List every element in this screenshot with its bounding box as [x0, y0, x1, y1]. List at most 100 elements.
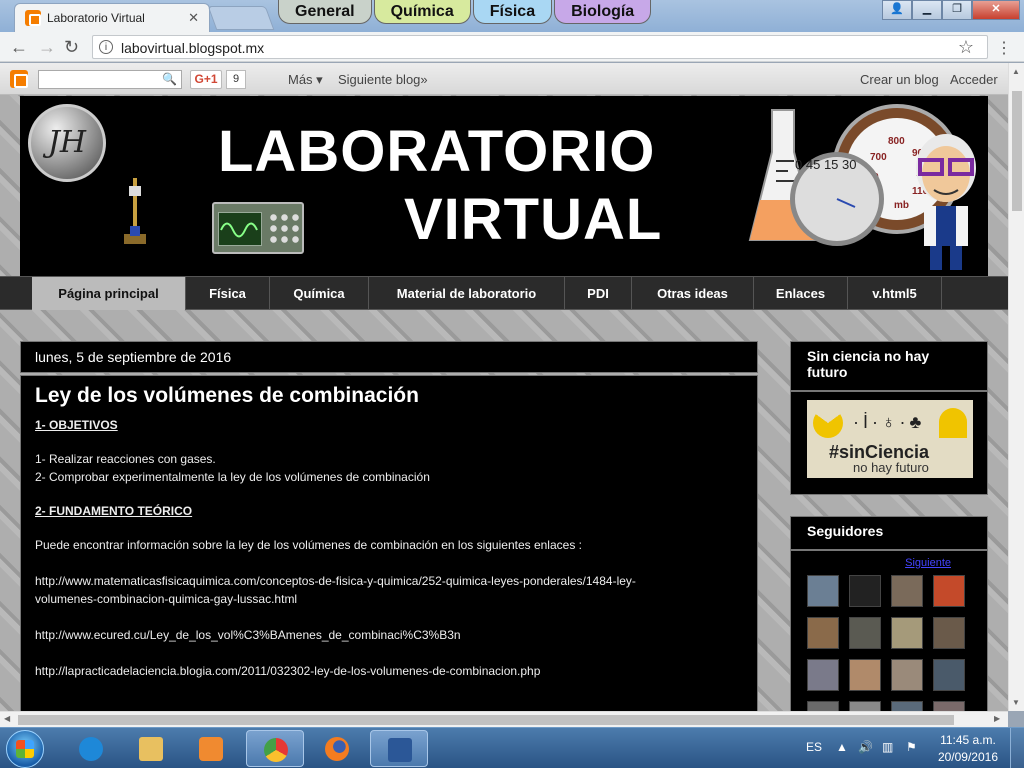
menu-item-otras-ideas[interactable]: Otras ideas	[632, 277, 754, 310]
system-clock[interactable]: 11:45 a.m. 20/09/2016	[938, 732, 998, 766]
widget-followers-title: Seguidores	[790, 516, 988, 550]
ext-tab-biologia[interactable]: Biología	[554, 0, 652, 24]
avatar[interactable]	[933, 659, 965, 691]
blog-header[interactable]: JH LABORATORIO VIRTUAL 800 900 7	[20, 96, 988, 276]
widget-sinciencia-title: Sin ciencia no hay futuro	[790, 341, 988, 391]
sign-in-link[interactable]: Acceder	[950, 72, 998, 87]
sinciencia-banner[interactable]: ·İ·♁·♣ #sinCiencia no hay futuro	[807, 400, 973, 478]
window-titlebar: Laboratorio Virtual ✕ General Química Fí…	[0, 0, 1024, 32]
widget-sinciencia: ·İ·♁·♣ #sinCiencia no hay futuro	[790, 391, 988, 495]
post-title[interactable]: Ley de los volúmenes de combinación	[35, 384, 743, 408]
follow-link[interactable]: Siguiente	[905, 557, 951, 569]
avatar[interactable]	[891, 701, 923, 711]
taskbar-explorer[interactable]	[122, 730, 180, 767]
menu-item-material-laboratorio[interactable]: Material de laboratorio	[369, 277, 565, 310]
avatar[interactable]	[933, 617, 965, 649]
forward-arrow-icon[interactable]: →	[38, 37, 56, 58]
menu-item-pdi[interactable]: PDI	[565, 277, 632, 310]
avatar[interactable]	[891, 659, 923, 691]
vertical-scroll-thumb[interactable]	[1012, 91, 1022, 211]
menu-item-vhtml5[interactable]: v.html5	[848, 277, 942, 310]
avatar[interactable]	[807, 701, 839, 711]
objective-2: 2- Comprobar experimentalmente la ley de…	[35, 470, 430, 484]
ext-tab-fisica[interactable]: Física	[472, 0, 553, 24]
jh-logo: JH	[28, 104, 106, 182]
menu-item-quimica[interactable]: Química	[270, 277, 369, 310]
page-viewport: 🔍 G+1 9 Más ▾ Siguiente blog» Crear un b…	[0, 63, 1008, 711]
profile-icon[interactable]: 👤	[882, 0, 912, 20]
taskbar-media-player[interactable]	[182, 730, 240, 767]
avatar[interactable]	[849, 659, 881, 691]
link-1-line-1[interactable]: http://www.matematicasfisicaquimica.com/…	[35, 572, 743, 590]
taskbar-word[interactable]	[370, 730, 428, 767]
create-blog-link[interactable]: Crear un blog	[860, 72, 939, 87]
theory-intro: Puede encontrar información sobre la ley…	[35, 538, 582, 552]
scroll-down-icon[interactable]: ▼	[1012, 698, 1020, 707]
folder-icon	[139, 737, 163, 761]
horizontal-scroll-thumb[interactable]	[18, 715, 954, 725]
minimize-button[interactable]: ▁	[912, 0, 942, 20]
horizontal-scrollbar[interactable]: ◀ ▶	[0, 711, 1008, 727]
avatar[interactable]	[807, 659, 839, 691]
main-menu: Página principal Física Química Material…	[0, 276, 1008, 310]
avatar[interactable]	[933, 575, 965, 607]
vertical-scrollbar[interactable]: ▲ ▼	[1008, 63, 1024, 711]
reload-icon[interactable]: ↻	[64, 37, 79, 58]
close-button[interactable]: ✕	[972, 0, 1020, 20]
blogger-favicon-icon	[25, 10, 41, 26]
start-button[interactable]	[6, 730, 44, 768]
taskbar-ie[interactable]	[62, 730, 120, 767]
blog-post: Ley de los volúmenes de combinación 1- O…	[20, 375, 758, 711]
taskbar-chrome[interactable]	[246, 730, 304, 767]
scroll-right-icon[interactable]: ▶	[994, 714, 1000, 723]
network-icon[interactable]: ▥	[882, 740, 893, 754]
link-3[interactable]: http://lapracticadelaciencia.blogia.com/…	[35, 662, 743, 680]
clock-date: 20/09/2016	[937, 750, 998, 764]
browser-tab-active[interactable]: Laboratorio Virtual ✕	[14, 3, 210, 32]
avatar[interactable]	[849, 575, 881, 607]
avatar[interactable]	[891, 575, 923, 607]
maximize-button[interactable]: ❐	[942, 0, 972, 20]
menu-item-fisica[interactable]: Física	[186, 277, 270, 310]
stopwatch-icon: 0 45 15 30	[790, 152, 884, 246]
firefox-icon	[325, 737, 349, 761]
extension-tabs: General Química Física Biología	[278, 0, 653, 26]
avatar[interactable]	[807, 617, 839, 649]
info-icon[interactable]: i	[99, 40, 113, 54]
browser-menu-icon[interactable]: ⋮	[996, 38, 1012, 58]
avatar[interactable]	[891, 617, 923, 649]
avatar[interactable]	[807, 575, 839, 607]
bookmark-star-icon[interactable]: ☆	[958, 37, 974, 58]
url-input[interactable]: i labovirtual.blogspot.mx	[92, 35, 988, 59]
avatar[interactable]	[849, 617, 881, 649]
show-desktop-button[interactable]	[1010, 728, 1024, 768]
blogger-icon[interactable]	[10, 70, 28, 88]
ext-tab-general[interactable]: General	[278, 0, 372, 24]
new-tab-button[interactable]	[207, 6, 275, 30]
back-arrow-icon[interactable]: ←	[10, 37, 28, 58]
blogger-navbar: 🔍 G+1 9 Más ▾ Siguiente blog» Crear un b…	[0, 63, 1008, 95]
tab-close-icon[interactable]: ✕	[188, 10, 199, 26]
link-1-line-2[interactable]: volumenes-combinacion-quimica-gay-lussac…	[35, 590, 743, 608]
volume-icon[interactable]: 🔊	[858, 740, 873, 754]
ghost-icon	[939, 408, 967, 438]
next-blog-link[interactable]: Siguiente blog»	[338, 72, 428, 87]
avatar[interactable]	[849, 701, 881, 711]
menu-item-pagina-principal[interactable]: Página principal	[32, 277, 186, 310]
scroll-up-icon[interactable]: ▲	[1012, 67, 1020, 76]
search-icon[interactable]: 🔍	[162, 72, 177, 86]
menu-item-enlaces[interactable]: Enlaces	[754, 277, 848, 310]
tray-expand-icon[interactable]: ▲	[836, 740, 848, 754]
section-objectives-heading: 1- OBJETIVOS	[35, 418, 118, 432]
ext-tab-quimica[interactable]: Química	[373, 0, 471, 24]
banner-tagline: no hay futuro	[853, 460, 929, 475]
taskbar-firefox[interactable]	[308, 730, 366, 767]
avatar[interactable]	[933, 701, 965, 711]
scroll-left-icon[interactable]: ◀	[4, 714, 10, 723]
language-indicator[interactable]: ES	[806, 740, 822, 754]
gplus-button[interactable]: G+1	[190, 70, 222, 89]
blog-search-input[interactable]: 🔍	[38, 70, 182, 89]
more-menu[interactable]: Más ▾	[288, 72, 323, 88]
link-2[interactable]: http://www.ecured.cu/Ley_de_los_vol%C3%B…	[35, 626, 743, 644]
flag-icon[interactable]: ⚑	[906, 740, 917, 754]
